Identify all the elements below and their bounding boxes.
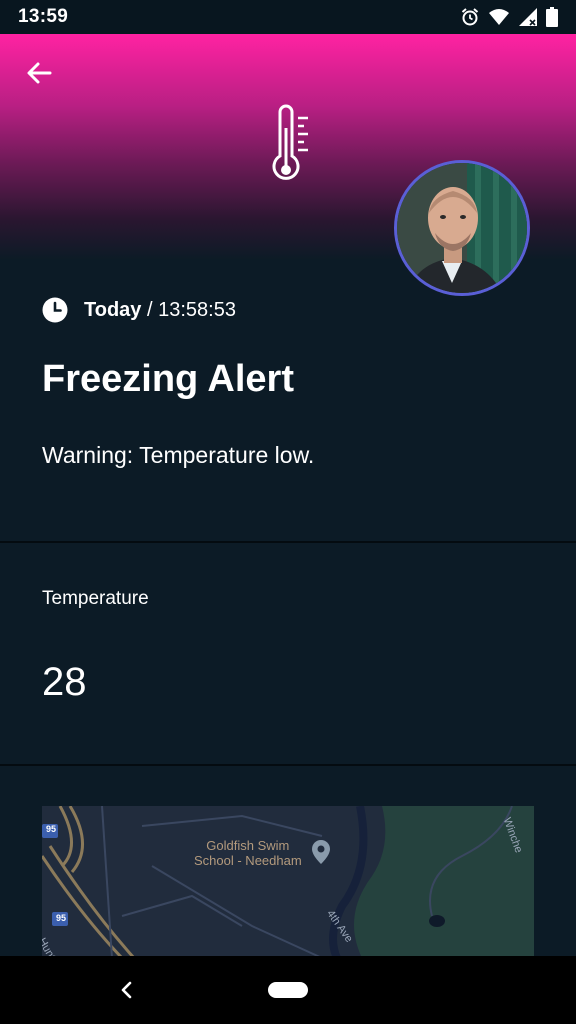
map-canvas	[42, 806, 534, 958]
status-time: 13:59	[18, 6, 69, 27]
status-bar: 13:59	[0, 0, 576, 34]
system-nav-bar	[0, 956, 576, 1024]
location-map[interactable]: 95 95 Goldfish Swim School - Needham 4th…	[42, 806, 534, 958]
divider	[0, 541, 576, 543]
nav-back-icon	[121, 981, 132, 999]
clock-icon	[42, 297, 68, 323]
battery-icon	[546, 7, 558, 27]
alert-time: 13:58:53	[158, 298, 236, 321]
poi-name-line2: School - Needham	[194, 853, 302, 868]
alert-message: Warning: Temperature low.	[42, 442, 315, 468]
alert-date: Today	[84, 298, 142, 321]
interstate-shield: 95	[45, 824, 56, 834]
alarm-icon	[461, 8, 479, 26]
nav-back-button[interactable]	[112, 976, 140, 1004]
poi-label[interactable]: Goldfish Swim School - Needham	[194, 838, 302, 868]
divider	[0, 764, 576, 766]
back-button[interactable]	[22, 56, 56, 90]
nav-home-button[interactable]	[268, 982, 308, 998]
avatar-photo	[397, 163, 527, 293]
back-arrow-icon	[27, 62, 52, 84]
user-avatar[interactable]	[394, 160, 530, 296]
map-pin-icon[interactable]	[312, 840, 330, 864]
wifi-icon	[489, 9, 509, 25]
interstate-shield: 95	[55, 913, 66, 923]
status-icons	[460, 7, 558, 27]
thermometer-icon	[272, 104, 308, 180]
alert-time-row: Today / 13:58:53	[42, 297, 236, 323]
cell-signal-icon	[519, 8, 537, 26]
poi-name-line1: Goldfish Swim	[206, 838, 290, 853]
date-time-separator: /	[141, 298, 159, 321]
metric-label: Temperature	[42, 588, 149, 609]
metric-value: 28	[42, 660, 87, 704]
alert-title: Freezing Alert	[42, 358, 294, 400]
